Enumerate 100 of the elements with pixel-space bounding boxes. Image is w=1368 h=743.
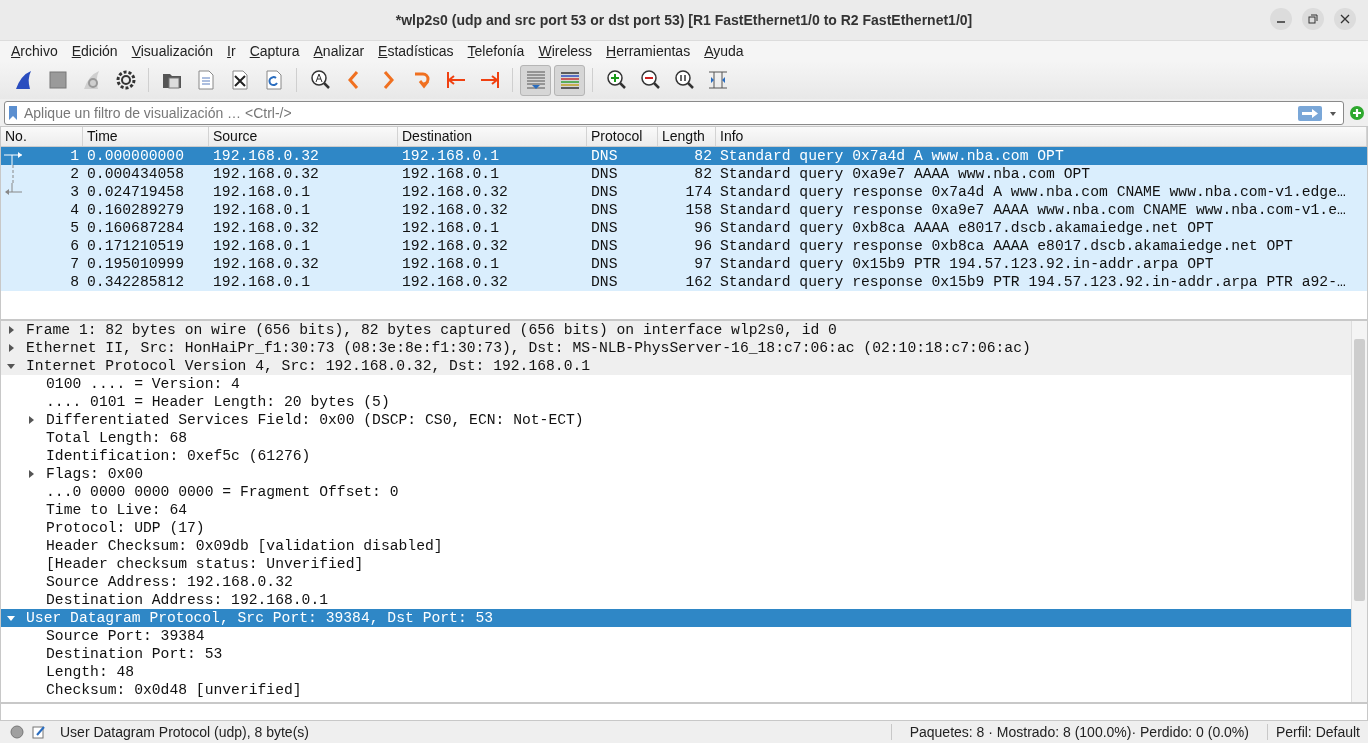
table-cell-text: 192.168.0.1 [401, 165, 500, 183]
packet-row[interactable]: 1 0.000000000 192.168.0.32 192.168.0.1 DNS 82 Standard query 0x7a4d A www.nba.com OPT [1, 147, 1367, 165]
filter-input[interactable]: Aplique un filtro de visualización … <Ctrl-/> [22, 104, 1294, 122]
table-cell-text: 192.168.0.32 [401, 237, 509, 255]
menu-item[interactable]: Ayuda [697, 43, 751, 59]
table-cell-text: DNS [590, 201, 619, 219]
packet-row[interactable]: 7 0.195010999 192.168.0.32 192.168.0.1 DNS 97 Standard query 0x15b9 PTR 194.57.123.92.in-addr.arpa OPT [1, 255, 1367, 273]
collapsed-arrow-icon[interactable] [7, 344, 15, 352]
detail-text: Source Port: 39384 [46, 627, 205, 645]
detail-text: ...0 0000 0000 0000 = Fragment Offset: 0 [46, 483, 399, 501]
menu-item[interactable]: Captura [242, 43, 307, 59]
filter-bar[interactable]: Aplique un filtro de visualización … <Ctrl-/> [4, 101, 1344, 125]
packet-row[interactable]: 4 0.160289279 192.168.0.1 192.168.0.32 DNS 158 Standard query response 0xa9e7 AAAA www.nba.com CNAME www.nba.com-v1.e… [1, 201, 1367, 219]
scrollbar[interactable] [1351, 321, 1367, 702]
table-cell-text: 192.168.0.32 [401, 201, 509, 219]
column-header[interactable]: Time [83, 127, 209, 146]
menu-item[interactable]: Telefonía [460, 43, 532, 59]
minimize-button[interactable] [1270, 8, 1292, 30]
expanded-arrow-icon[interactable] [7, 614, 15, 622]
auto-scroll-icon [524, 69, 547, 91]
column-header[interactable]: No. [1, 127, 83, 146]
table-cell: 7 [70, 255, 79, 273]
menu-item[interactable]: Edición [64, 43, 125, 59]
detail-text: [Header checksum status: Unverified] [46, 555, 364, 573]
column-header[interactable]: Destination [398, 127, 587, 146]
table-cell: 1 [70, 147, 79, 165]
profile-label: Perfil: Default [1275, 724, 1360, 740]
collapsed-arrow-icon[interactable] [27, 470, 35, 478]
detail-text: Total Length: 68 [46, 429, 188, 447]
detail-row[interactable]: Frame 1: 82 bytes on wire (656 bits), 82 bytes captured (656 bits) on interface wlp2s0, id 0 [1, 321, 1351, 339]
table-cell-text: 0.000000000 [86, 147, 185, 165]
bookmark-icon[interactable] [8, 105, 18, 121]
packet-stats: Paquetes: 8 · Mostrado: 8 (100.0%)· Perdido: 0 (0.0%) [909, 724, 1249, 740]
column-header[interactable]: Info [716, 127, 1367, 146]
close-icon [1340, 14, 1350, 24]
table-cell-text: 192.168.0.1 [212, 201, 311, 219]
table-cell-text: DNS [590, 183, 619, 201]
detail-text: Source Address: 192.168.0.32 [46, 573, 293, 591]
close-button[interactable] [1334, 8, 1356, 30]
column-header[interactable]: Length [658, 127, 716, 146]
detail-row[interactable]: Internet Protocol Version 4, Src: 192.168.0.32, Dst: 192.168.0.1 [1, 357, 1351, 375]
packet-row[interactable]: 6 0.171210519 192.168.0.1 192.168.0.32 DNS 96 Standard query response 0xb8ca AAAA e8017.dscb.akamaiedge.net OPT [1, 237, 1367, 255]
table-cell-text: Standard query response 0x15b9 PTR 194.57.123.92.in-addr.arpa PTR a92-… [719, 273, 1347, 291]
table-cell-text: 192.168.0.32 [401, 273, 509, 291]
detail-text: Length: 48 [46, 663, 135, 681]
menu-item[interactable]: Wireless [531, 43, 600, 59]
packet-row[interactable]: 3 0.024719458 192.168.0.1 192.168.0.32 DNS 174 Standard query response 0x7a4d A www.nba.com CNAME www.nba.com-v1.edge… [1, 183, 1367, 201]
table-cell-text: 192.168.0.1 [401, 255, 500, 273]
edit-note-icon[interactable] [32, 725, 46, 739]
detail-text: User Datagram Protocol, Src Port: 39384, Dst Port: 53 [26, 609, 494, 627]
detail-text: Destination Port: 53 [46, 645, 223, 663]
table-cell-text: 162 [684, 273, 713, 291]
packet-row[interactable]: 2 0.000434058 192.168.0.32 192.168.0.1 DNS 82 Standard query 0xa9e7 AAAA www.nba.com OPT [1, 165, 1367, 183]
restore-button[interactable] [1302, 8, 1324, 30]
table-cell-text: 0.195010999 [86, 255, 185, 273]
detail-text: Time to Live: 64 [46, 501, 188, 519]
table-cell-text: 96 [693, 219, 713, 237]
window-title: *wlp2s0 (udp and src port 53 or dst port 53) [R1 FastEthernet1/0 to R2 FastEthernet1/0] [395, 12, 973, 28]
packet-row[interactable]: 5 0.160687284 192.168.0.32 192.168.0.1 DNS 96 Standard query 0xb8ca AAAA e8017.dscb.akamaiedge.net OPT [1, 219, 1367, 237]
table-cell: 3 [70, 183, 79, 201]
expanded-arrow-icon[interactable] [7, 362, 15, 370]
menu-item[interactable]: Ir [220, 43, 243, 59]
menu-item[interactable]: Estadísticas [371, 43, 461, 59]
table-cell: 4 [70, 201, 79, 219]
detail-text: Flags: 0x00 [46, 465, 143, 483]
packet-row[interactable]: 8 0.342285812 192.168.0.1 192.168.0.32 DNS 162 Standard query response 0x15b9 PTR 194.57.123.92.in-addr.arpa PTR a92-… [1, 273, 1367, 291]
minimize-icon [1277, 21, 1285, 23]
table-cell: 2 [70, 165, 79, 183]
detail-row[interactable]: User Datagram Protocol, Src Port: 39384, Dst Port: 53 [1, 609, 1351, 627]
detail-row[interactable]: Ethernet II, Src: HonHaiPr_f1:30:73 (08:3e:8e:f1:30:73), Dst: MS-NLB-PhysServer-16_18:c7:06:ac (02:10:18:c7:06:ac) [1, 339, 1351, 357]
zoom-out-icon [638, 69, 661, 91]
table-cell: 8 [70, 273, 79, 291]
table-cell-text: 174 [684, 183, 713, 201]
request-arrow-icon [4, 152, 22, 165]
collapsed-arrow-icon[interactable] [27, 416, 35, 424]
table-cell-text: 192.168.0.32 [212, 219, 320, 237]
table-cell-text: 82 [693, 147, 713, 165]
table-cell-text: 192.168.0.1 [212, 237, 311, 255]
last-packet-icon [478, 69, 501, 91]
menu-item[interactable]: Herramientas [599, 43, 698, 59]
colorize-icon [558, 69, 581, 91]
menu-item[interactable]: Archivo [4, 43, 65, 59]
detail-text: Frame 1: 82 bytes on wire (656 bits), 82 bytes captured (656 bits) on interface wlp2s0, id 0 [26, 321, 837, 339]
first-packet-icon [444, 69, 467, 91]
toolbar-button[interactable] [554, 64, 585, 96]
detail-text: Internet Protocol Version 4, Src: 192.168.0.32, Dst: 192.168.0.1 [26, 357, 591, 375]
add-icon[interactable] [1350, 106, 1364, 120]
menu-item[interactable]: Visualización [124, 43, 221, 59]
collapsed-arrow-icon[interactable] [7, 326, 15, 334]
dashed-line-icon [12, 165, 14, 183]
detail-text: Identification: 0xef5c (61276) [46, 447, 311, 465]
menu-item[interactable]: Analizar [306, 43, 372, 59]
table-cell-text: 97 [693, 255, 713, 273]
column-header[interactable]: Source [209, 127, 398, 146]
table-cell-text: 0.342285812 [86, 273, 185, 291]
column-header[interactable]: Protocol [587, 127, 658, 146]
table-cell-text: DNS [590, 255, 619, 273]
table-cell-text: Standard query response 0x7a4d A www.nba.com CNAME www.nba.com-v1.edge… [719, 183, 1347, 201]
status-dot-icon [10, 725, 24, 739]
table-cell-text: 192.168.0.32 [212, 255, 320, 273]
